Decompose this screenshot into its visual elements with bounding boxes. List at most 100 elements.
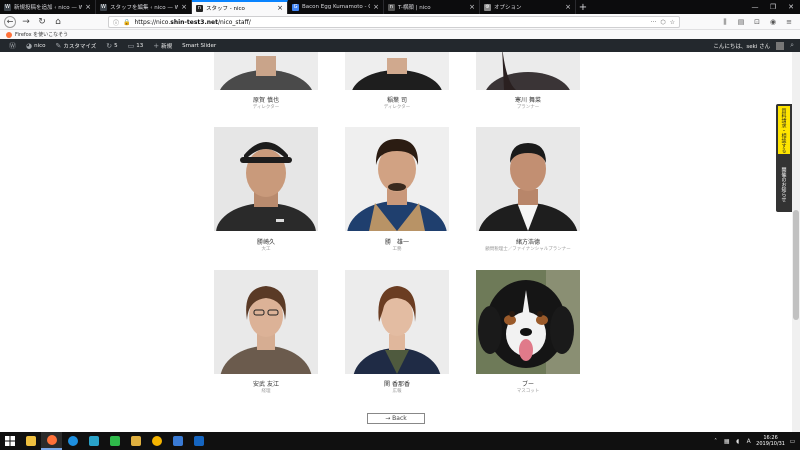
page-actions-icon[interactable]: ··· <box>651 19 657 26</box>
address-bar[interactable]: ⓘ 🔒 https://nico.shin-test3.net/nico_sta… <box>108 16 680 28</box>
edge-icon[interactable] <box>62 432 83 450</box>
reload-icon[interactable]: ↻ <box>36 16 48 28</box>
staff-name: ブー <box>521 381 534 388</box>
app-icon[interactable] <box>83 432 104 450</box>
wp-customize[interactable]: ✎ カスタマイズ <box>51 39 102 52</box>
google-favicon-icon: G <box>292 3 299 11</box>
search-icon[interactable]: ⌕ <box>790 41 794 50</box>
side-floating-tab[interactable]: 資料請求・相談する 開催のお知らせ <box>776 104 792 212</box>
home-icon[interactable]: ⌂ <box>52 16 64 28</box>
app-icon[interactable] <box>167 432 188 450</box>
person-photo-icon <box>345 270 449 374</box>
wp-logo-button[interactable]: Ⓦ <box>4 39 21 52</box>
new-label: 新規 <box>161 43 173 50</box>
staff-photo <box>476 127 580 231</box>
wp-comments[interactable]: ▭ 13 <box>123 39 149 52</box>
close-icon[interactable]: × <box>565 3 571 11</box>
taskbar-clock[interactable]: 16:26 2019/10/31 <box>756 435 785 447</box>
dog-photo-icon <box>476 270 580 374</box>
staff-name: 勝崎久 <box>256 239 275 246</box>
notification-icon[interactable]: ▭ <box>789 438 796 445</box>
pocket-icon[interactable]: ⬡ <box>660 19 665 26</box>
window-close-icon[interactable]: ✕ <box>782 0 800 14</box>
windows-taskbar: ˄ ▦ ◖ A 16:26 2019/10/31 ▭ <box>0 432 800 450</box>
scrollbar-thumb[interactable] <box>793 210 799 320</box>
wp-site-name[interactable]: ◕ nico <box>21 39 51 52</box>
slider-label: Smart Slider <box>182 42 217 49</box>
request-info-button[interactable]: 資料請求・相談する <box>778 106 790 154</box>
tray-chevron-icon[interactable]: ˄ <box>712 438 719 445</box>
event-notice-button[interactable]: 開催のお知らせ <box>778 160 790 208</box>
firefox-taskbar-icon[interactable] <box>41 432 62 450</box>
staff-name: 稲葉 司 <box>387 97 407 104</box>
tab-title: T-横顔 | nico <box>398 5 431 11</box>
volume-icon[interactable]: ◖ <box>734 438 741 445</box>
staff-role: 経理 <box>261 389 271 394</box>
outlook-icon[interactable] <box>188 432 209 450</box>
toolbar-right: ⫼ ▤ ⊡ ◉ ≡ <box>720 16 794 28</box>
explorer-folder-icon[interactable] <box>125 432 146 450</box>
new-tab-button[interactable]: + <box>576 0 590 14</box>
line-icon[interactable] <box>104 432 125 450</box>
staff-name: 緒方浩德 <box>515 239 540 246</box>
back-button[interactable]: → Back <box>367 413 425 424</box>
network-icon[interactable]: ▦ <box>723 438 730 445</box>
file-explorer-icon[interactable] <box>20 432 41 450</box>
wp-admin-bar: Ⓦ ◕ nico ✎ カスタマイズ ↻ 5 ▭ 13 + 新規 Smart Slider … <box>0 39 800 52</box>
staff-photo <box>214 127 318 231</box>
clock-date: 2019/10/31 <box>756 441 785 447</box>
avatar <box>776 41 785 50</box>
staff-photo <box>345 270 449 374</box>
menu-icon[interactable]: ≡ <box>784 16 794 28</box>
tab-title: スタッフを編集 ‹ nico — WordPress… <box>110 5 178 11</box>
browser-tab-4[interactable]: G Bacon Egg Kumamoto - Google… × <box>288 0 384 14</box>
bookmark-link[interactable]: Firefox を使いこなそう <box>15 31 68 38</box>
wp-account[interactable]: こんにちは、seki さん ⌕ <box>713 39 794 52</box>
staff-photo <box>476 270 580 374</box>
brush-icon: ✎ <box>55 41 62 50</box>
staff-role: プランナー <box>516 105 540 110</box>
bookmarks-toolbar: Firefox を使いこなそう <box>0 30 800 39</box>
wordpress-favicon-icon: W <box>4 3 11 11</box>
close-icon[interactable]: × <box>277 4 283 12</box>
tab-title: 新規投稿を追加 ‹ nico — Word… <box>14 5 82 11</box>
close-icon[interactable]: × <box>373 3 379 11</box>
browser-tab-1[interactable]: W 新規投稿を追加 ‹ nico — Word… × <box>0 0 96 14</box>
back-arrow-icon[interactable]: ← <box>4 15 16 28</box>
ime-icon[interactable]: A <box>745 438 752 445</box>
tab-title: Bacon Egg Kumamoto - Google… <box>302 4 370 10</box>
forward-arrow-icon[interactable]: → <box>20 16 32 28</box>
staff-name: 寒川 舞菜 <box>515 97 541 104</box>
customize-label: カスタマイズ <box>63 43 97 50</box>
updates-count: 5 <box>114 42 118 49</box>
library-icon[interactable]: ⫼ <box>720 16 730 28</box>
bookmark-star-icon[interactable]: ☆ <box>670 19 675 26</box>
wp-new[interactable]: + 新規 <box>148 39 177 52</box>
account-icon[interactable]: ◉ <box>768 16 778 28</box>
close-icon[interactable]: × <box>469 3 475 11</box>
comment-icon: ▭ <box>127 41 135 50</box>
chrome-icon[interactable] <box>146 432 167 450</box>
maximize-icon[interactable]: ❐ <box>764 0 782 14</box>
staff-role: 大工 <box>261 247 271 252</box>
info-icon[interactable]: ⓘ <box>113 18 119 27</box>
sidebar-icon[interactable]: ▤ <box>736 16 746 28</box>
updates-icon: ↻ <box>106 41 113 50</box>
staff-page: 原賀 慎也 ディレクター 稲葉 司 ディレクター 寒川 舞菜 プランナー 勝崎久… <box>0 52 792 432</box>
staff-photo <box>345 52 449 90</box>
minimize-icon[interactable]: — <box>746 0 764 14</box>
site-name-label: nico <box>34 42 46 49</box>
close-icon[interactable]: × <box>85 3 91 11</box>
site-favicon-icon: n <box>388 3 395 11</box>
browser-tab-2[interactable]: W スタッフを編集 ‹ nico — WordPress… × <box>96 0 192 14</box>
screenshot-icon[interactable]: ⊡ <box>752 16 762 28</box>
navigation-toolbar: ← → ↻ ⌂ ⓘ 🔒 https://nico.shin-test3.net/… <box>0 14 800 30</box>
browser-tab-5[interactable]: n T-横顔 | nico × <box>384 0 480 14</box>
windows-start-icon[interactable] <box>0 432 20 450</box>
wp-updates[interactable]: ↻ 5 <box>101 39 122 52</box>
dashboard-icon: ◕ <box>26 41 33 50</box>
close-icon[interactable]: × <box>181 3 187 11</box>
wp-smart-slider[interactable]: Smart Slider <box>177 39 221 52</box>
browser-tab-3[interactable]: n スタッフ - nico × <box>192 0 288 14</box>
browser-tab-6[interactable]: ⚙ オプション × <box>480 0 576 14</box>
